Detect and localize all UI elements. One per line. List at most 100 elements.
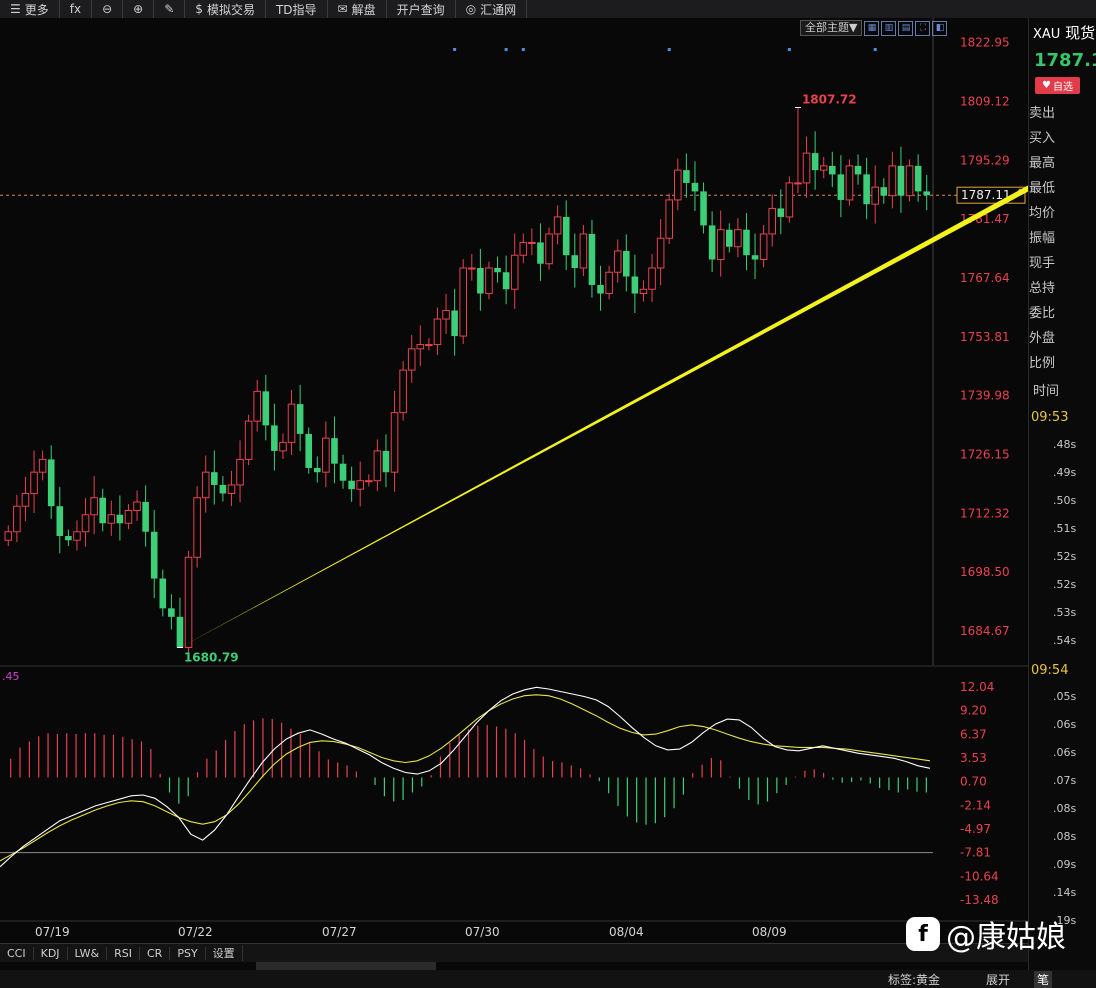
tick-row: .50s [1053,494,1077,507]
watermark-text: @康姑娘 [946,920,1066,955]
candle-body [759,233,768,260]
indicator-tab-1[interactable]: KDJ [34,946,68,960]
candle-body [553,216,562,235]
watchlist-label: 自选 [1052,82,1073,93]
toolbar-item-zoom-out-icon-2[interactable]: ⊖ [92,0,124,18]
indicator-tab-3[interactable]: RSI [107,946,140,960]
toolbar-item-fx-icon-1[interactable]: fx [60,0,93,18]
toolbar-label: 汇通网 [480,2,517,17]
candle-body [665,199,674,239]
tick-row: .54s [1053,634,1077,647]
candle-body [365,480,373,483]
indicator-tab-5[interactable]: PSY [170,946,206,960]
candle-body [485,267,493,295]
candle-body [785,182,794,218]
signal-dot [873,48,877,51]
quote-field-label: 外盘 [1029,331,1056,346]
indicator-tab-4[interactable]: CR [140,946,171,960]
expand-button[interactable]: 展开 [986,971,1010,988]
candle-body [99,497,106,524]
candle-body [519,241,528,256]
date-axis-label: 08/09 [752,925,787,939]
chart-area[interactable]: 1822.951809.121795.291781.471767.641753.… [0,18,1028,943]
candle-body [674,169,682,201]
symbol-header: XAU 现货 [1033,22,1095,43]
macd-axis-label: -2.14 [960,798,991,812]
candle-body [451,310,458,337]
watermark: f @康姑娘 [906,912,1066,956]
candle-body [726,229,733,247]
tick-row: .05s [1053,690,1077,703]
candle-body [271,425,278,451]
macd-axis-label: -13.48 [960,893,999,907]
indicator-tab-6[interactable]: 设置 [206,945,243,961]
candle-body [648,267,656,290]
quote-field-label: 现手 [1029,256,1056,271]
candle-body [201,471,210,499]
candle-body [768,207,777,235]
candle-body [219,484,227,494]
layout-split-icon[interactable]: ▥ [881,20,897,36]
collapse-icon[interactable]: ◧ [932,20,948,36]
candle-body [150,531,158,579]
add-watchlist-button[interactable]: ♥ 自选 [1035,77,1080,94]
toolbar-item-text-6[interactable]: TD指导 [266,0,328,18]
toolbar-item-menu-icon-0[interactable]: ☰ 更多 [0,0,60,18]
candle-body [21,492,30,507]
indicator-tab-0[interactable]: CCI [0,946,34,960]
candle-body [176,616,184,648]
candle-body [545,233,553,265]
layout-grid-icon[interactable]: ▦ [864,20,880,36]
candle-body [236,458,244,486]
candle-body [502,272,510,290]
tick-row: .09s [1053,858,1077,871]
low-value-label: 1680.79 [184,651,239,665]
candle-body [837,174,845,200]
candle-body [914,165,922,192]
fullscreen-icon[interactable]: ⛶ [915,20,931,36]
toolbar-item-text-8[interactable]: 开户查询 [387,0,456,18]
toolbar-item-zoom-in-icon-3[interactable]: ⊕ [123,0,155,18]
macd-axis-label: 9.20 [960,704,987,718]
candle-body [433,318,442,346]
candle-body [348,480,355,490]
price-axis-label: 1712.32 [960,506,1010,520]
candle-body [528,241,536,244]
candle-body [142,501,149,532]
candle-body [897,165,905,196]
horizontal-scrollbar[interactable] [256,962,436,970]
toolbar-item-pen-icon-4[interactable]: ✎ [154,0,186,18]
macd-axis-label: -4.97 [960,822,991,836]
toolbar-item-dollar-icon-5[interactable]: $ 模拟交易 [185,0,266,18]
candle-body [287,403,296,443]
signal-dot [521,48,525,51]
candle-body [863,174,870,205]
date-axis-label: 07/27 [322,925,357,939]
candle-body [47,459,55,507]
candle-body [416,344,425,350]
indicator-tab-2[interactable]: LW& [68,946,108,960]
symbol-name: 现货 [1065,24,1096,42]
candle-body [613,250,622,273]
candle-body [477,267,484,294]
layout-panel-icon[interactable]: ▤ [898,20,914,36]
signal-dot [453,48,457,51]
candle-body [743,229,750,256]
toolbar-item-logo-icon-9[interactable]: ◎ 汇通网 [456,0,528,18]
candle-body [751,255,759,260]
theme-select-button[interactable]: 全部主题▼ [800,20,863,36]
toolbar-item-chat-icon-7[interactable]: ✉ 解盘 [328,0,387,18]
candle-body [691,182,699,192]
candle-body [683,170,690,183]
quote-field-label: 买入 [1029,131,1056,146]
tick-row: .07s [1053,774,1077,787]
candle-body [227,484,236,494]
price-axis-label: 1753.81 [960,330,1010,344]
price-axis-label: 1822.95 [960,36,1010,50]
tick-row: .08s [1053,802,1077,815]
candle-body [905,165,914,197]
price-axis-label: 1809.12 [960,95,1010,109]
pen-button[interactable]: 笔 [1034,971,1053,988]
candle-body [588,233,596,286]
candle-body [459,267,467,337]
